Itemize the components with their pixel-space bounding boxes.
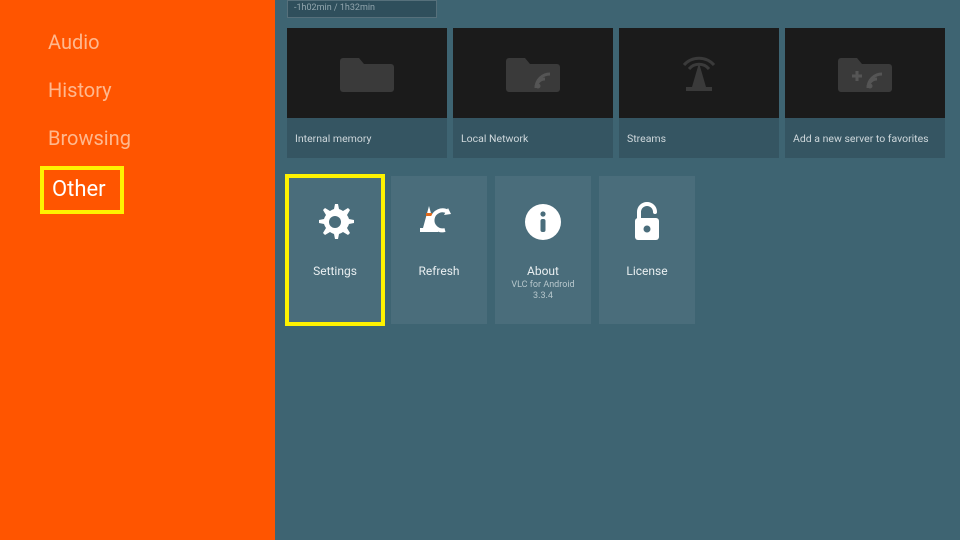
sidebar-item-history[interactable]: History	[0, 66, 275, 114]
video-thumb[interactable]: -1h02min / 1h32min	[287, 0, 437, 18]
folder-network-icon	[453, 28, 613, 118]
gear-icon	[311, 198, 359, 246]
refresh-cone-icon	[415, 198, 463, 246]
other-tile-settings[interactable]: Settings	[287, 176, 383, 324]
folder-icon	[287, 28, 447, 118]
stream-cone-icon	[619, 28, 779, 118]
browse-row: Internal memory Local Network	[287, 28, 950, 158]
video-strip: -1h02min / 1h32min	[287, 0, 950, 18]
other-tile-label: Settings	[313, 264, 357, 278]
main-panel: -1h02min / 1h32min Internal memory	[275, 0, 960, 540]
sidebar-item-label: Other	[40, 166, 124, 214]
other-tile-label: About	[527, 264, 559, 278]
other-tile-license[interactable]: License	[599, 176, 695, 324]
browse-tile-internal-memory[interactable]: Internal memory	[287, 28, 447, 158]
other-tile-label: License	[626, 264, 667, 278]
browse-tile-add-server[interactable]: Add a new server to favorites	[785, 28, 945, 158]
sidebar-item-browsing[interactable]: Browsing	[0, 114, 275, 162]
add-server-icon	[785, 28, 945, 118]
other-tile-refresh[interactable]: Refresh	[391, 176, 487, 324]
sidebar: Audio History Browsing Other	[0, 0, 275, 540]
sidebar-item-label: Audio	[48, 30, 100, 54]
sidebar-item-label: Browsing	[48, 126, 131, 150]
browse-tile-streams[interactable]: Streams	[619, 28, 779, 158]
sidebar-item-label: History	[48, 78, 112, 102]
browse-tile-local-network[interactable]: Local Network	[453, 28, 613, 158]
browse-tile-label: Internal memory	[295, 132, 371, 145]
browse-tile-label: Local Network	[461, 132, 528, 145]
info-icon	[519, 198, 567, 246]
lock-open-icon	[623, 198, 671, 246]
browse-tile-label: Streams	[627, 132, 666, 145]
other-tile-about[interactable]: About VLC for Android3.3.4	[495, 176, 591, 324]
browse-tile-label: Add a new server to favorites	[793, 132, 929, 145]
sidebar-item-other[interactable]: Other	[0, 162, 275, 218]
sidebar-item-audio[interactable]: Audio	[0, 18, 275, 66]
video-time-caption: -1h02min / 1h32min	[294, 3, 375, 13]
other-tile-label: Refresh	[418, 264, 459, 278]
other-tile-sub: VLC for Android3.3.4	[511, 280, 574, 302]
other-row: Settings Refresh	[287, 176, 950, 324]
